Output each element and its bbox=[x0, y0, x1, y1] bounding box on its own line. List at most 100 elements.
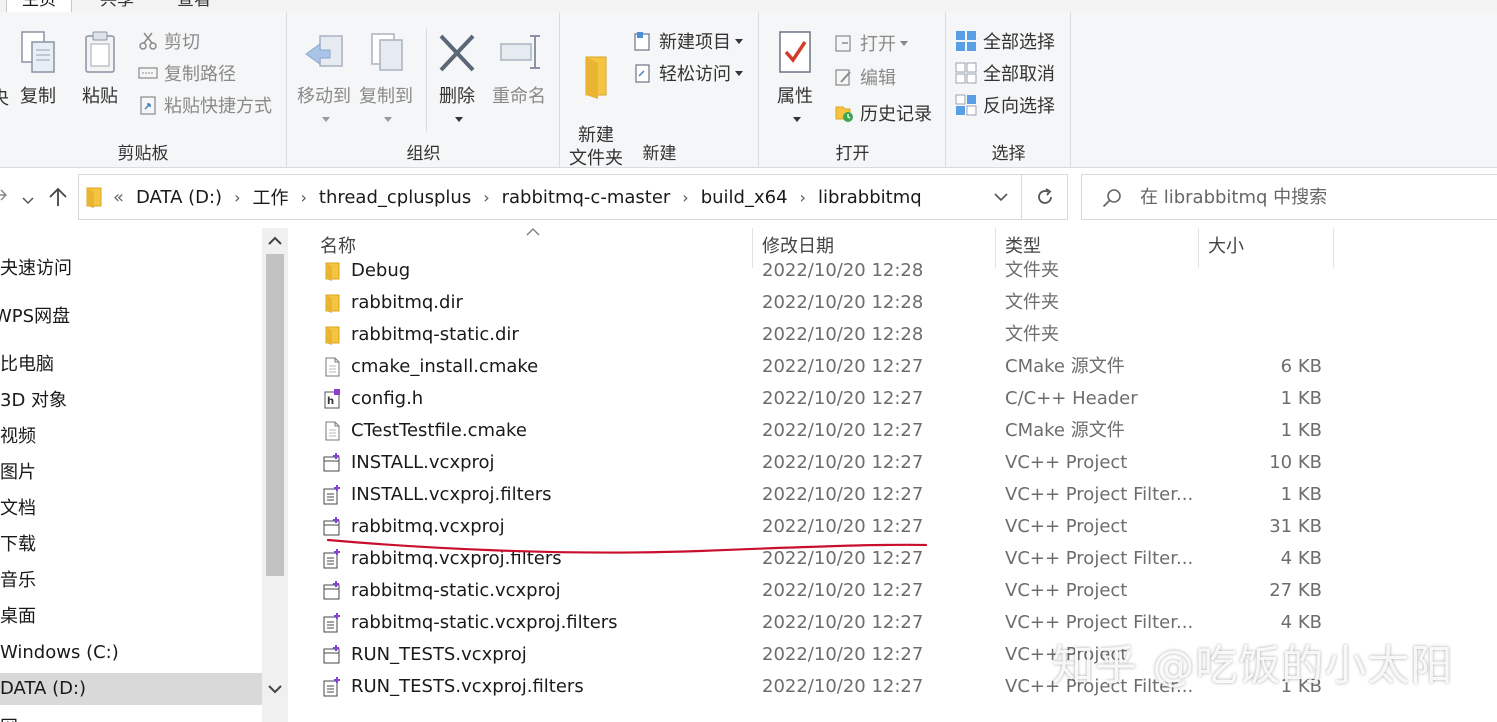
file-row[interactable]: h config.h 2022/10/20 12:27 C/C++ Header 1 K… bbox=[290, 383, 1497, 415]
nav-item-videos[interactable]: 视频 bbox=[0, 421, 36, 453]
up-button[interactable] bbox=[48, 186, 68, 213]
nav-item-music[interactable]: 音乐 bbox=[0, 565, 36, 597]
delete-button[interactable]: 删除 bbox=[436, 30, 478, 129]
file-row[interactable]: CTestTestfile.cmake 2022/10/20 12:27 CMake… bbox=[290, 415, 1497, 447]
breadcrumb-folder-build[interactable]: build_x64 bbox=[701, 187, 788, 208]
invert-selection-button[interactable]: 反向选择 bbox=[955, 92, 1055, 118]
file-name: INSTALL.vcxproj bbox=[351, 452, 495, 473]
file-name: INSTALL.vcxproj.filters bbox=[351, 484, 552, 505]
nav-item-wps-cloud[interactable]: WPS网盘 bbox=[0, 301, 70, 333]
nav-pane-scrollbar[interactable] bbox=[262, 228, 288, 722]
file-row[interactable]: rabbitmq.dir 2022/10/20 12:28 文件夹 bbox=[290, 287, 1497, 319]
copy-button[interactable]: 复制 bbox=[16, 30, 60, 108]
tab-share[interactable]: 共享 bbox=[100, 0, 134, 12]
sort-ascending-icon bbox=[526, 228, 540, 239]
address-history-dropdown[interactable] bbox=[983, 175, 1019, 219]
breadcrumb-folder-work[interactable]: 工作 bbox=[252, 184, 288, 210]
forward-button[interactable] bbox=[0, 184, 8, 211]
file-size: 10 KB bbox=[1269, 452, 1322, 473]
file-row[interactable]: rabbitmq.vcxproj 2022/10/20 12:27 VC++ Pro… bbox=[290, 511, 1497, 543]
file-type: 文件夹 bbox=[1005, 260, 1059, 281]
breadcrumb-separator-icon[interactable]: › bbox=[800, 188, 806, 207]
search-input[interactable] bbox=[1140, 184, 1480, 210]
file-modified-date: 2022/10/20 12:27 bbox=[762, 388, 924, 409]
breadcrumb-separator-icon[interactable]: › bbox=[234, 188, 240, 207]
nav-item-downloads[interactable]: 下载 bbox=[0, 529, 36, 561]
file-name: RUN_TESTS.vcxproj bbox=[351, 644, 527, 665]
vcxproj-icon bbox=[323, 581, 340, 600]
easy-access-button[interactable]: 轻松访问 bbox=[633, 60, 743, 86]
nav-item-this-pc[interactable]: 比电脑 bbox=[0, 349, 54, 381]
file-row[interactable]: INSTALL.vcxproj 2022/10/20 12:27 VC++ Proj… bbox=[290, 447, 1497, 479]
copy-icon bbox=[21, 31, 55, 73]
group-label-select: 选择 bbox=[991, 144, 1026, 164]
file-modified-date: 2022/10/20 12:27 bbox=[762, 356, 924, 377]
nav-item-documents[interactable]: 文档 bbox=[0, 493, 36, 525]
select-all-icon bbox=[956, 31, 976, 51]
file-row[interactable]: Debug 2022/10/20 12:28 文件夹 bbox=[290, 255, 1497, 287]
new-item-label: 新建项目 bbox=[659, 32, 731, 53]
rename-button[interactable]: 重命名 bbox=[488, 30, 550, 108]
breadcrumb-drive[interactable]: DATA (D:) bbox=[136, 187, 222, 208]
breadcrumb-folder-thread[interactable]: thread_cplusplus bbox=[319, 187, 471, 208]
copy-path-button[interactable]: 复制路径 bbox=[138, 60, 236, 86]
paste-button[interactable]: 粘贴 bbox=[78, 30, 122, 108]
recent-locations-button[interactable] bbox=[22, 190, 34, 211]
up-arrow-icon bbox=[49, 187, 67, 206]
scissors-icon bbox=[139, 32, 157, 50]
nav-item-network[interactable]: 网 bbox=[0, 712, 18, 722]
nav-item-desktop[interactable]: 桌面 bbox=[0, 601, 36, 633]
copy-to-label: 复制到 bbox=[359, 86, 413, 107]
new-item-button[interactable]: 新建项目 bbox=[633, 28, 743, 54]
open-button[interactable]: 打开 bbox=[834, 30, 908, 56]
cut-partial-button[interactable]: 央 bbox=[0, 32, 10, 110]
breadcrumb-overflow[interactable]: « bbox=[113, 187, 124, 208]
file-modified-date: 2022/10/20 12:27 bbox=[762, 676, 924, 697]
nav-item-3d-objects[interactable]: 3D 对象 bbox=[0, 385, 67, 417]
svg-text:h: h bbox=[327, 396, 334, 407]
breadcrumb-separator-icon[interactable]: › bbox=[682, 188, 688, 207]
move-to-button[interactable]: 移动到 bbox=[292, 30, 356, 129]
breadcrumb-separator-icon[interactable]: › bbox=[300, 188, 306, 207]
cut-button[interactable]: 剪切 bbox=[138, 28, 200, 54]
file-row[interactable]: rabbitmq-static.dir 2022/10/20 12:28 文件夹 bbox=[290, 319, 1497, 351]
select-none-button[interactable]: 全部取消 bbox=[955, 60, 1055, 86]
tab-view[interactable]: 查看 bbox=[177, 0, 211, 12]
file-size: 1 KB bbox=[1280, 484, 1322, 505]
search-box[interactable] bbox=[1081, 174, 1497, 220]
breadcrumb-folder-current[interactable]: librabbitmq bbox=[818, 187, 922, 208]
refresh-button[interactable] bbox=[1021, 175, 1067, 219]
copy-to-dropdown-icon bbox=[384, 116, 392, 122]
breadcrumb-separator-icon[interactable]: › bbox=[483, 188, 489, 207]
file-row[interactable]: rabbitmq.vcxproj.filters 2022/10/20 12:27… bbox=[290, 543, 1497, 575]
nav-item-drive-c[interactable]: Windows (C:) bbox=[0, 637, 119, 669]
select-all-button[interactable]: 全部选择 bbox=[955, 28, 1055, 54]
copy-to-button[interactable]: 复制到 bbox=[354, 30, 418, 129]
forward-arrow-icon bbox=[0, 189, 8, 201]
folder-icon bbox=[325, 326, 340, 345]
file-row[interactable]: cmake_install.cmake 2022/10/20 12:27 CMake… bbox=[290, 351, 1497, 383]
file-row[interactable]: rabbitmq-static.vcxproj 2022/10/20 12:27 V… bbox=[290, 575, 1497, 607]
ribbon-tab-row: 主页 共享 查看 bbox=[0, 0, 1497, 12]
scrollbar-thumb[interactable] bbox=[266, 254, 284, 576]
breadcrumb-folder-rabbitmq[interactable]: rabbitmq-c-master bbox=[502, 187, 671, 208]
paste-shortcut-button[interactable]: 粘贴快捷方式 bbox=[138, 92, 272, 118]
cut-partial-label: 央 bbox=[0, 88, 9, 109]
file-row[interactable]: INSTALL.vcxproj.filters 2022/10/20 12:27 V… bbox=[290, 479, 1497, 511]
breadcrumb: « DATA (D:) › 工作 › thread_cplusplus › ra… bbox=[113, 175, 922, 219]
nav-item-pictures[interactable]: 图片 bbox=[0, 457, 36, 489]
scroll-up-icon[interactable] bbox=[262, 230, 288, 254]
tab-home[interactable]: 主页 bbox=[6, 0, 72, 12]
open-icon bbox=[835, 35, 851, 52]
move-to-icon bbox=[305, 35, 343, 67]
nav-item-drive-d[interactable]: DATA (D:) bbox=[0, 673, 262, 705]
group-open: 属性 打开 编辑 历史记录 打开 bbox=[760, 12, 946, 168]
properties-button[interactable]: 属性 bbox=[772, 30, 818, 129]
nav-item-quick-access[interactable]: 夬速访问 bbox=[0, 253, 72, 285]
file-modified-date: 2022/10/20 12:27 bbox=[762, 452, 924, 473]
address-bar[interactable]: « DATA (D:) › 工作 › thread_cplusplus › ra… bbox=[78, 174, 1068, 220]
edit-button[interactable]: 编辑 bbox=[834, 64, 896, 90]
file-modified-date: 2022/10/20 12:27 bbox=[762, 580, 924, 601]
history-button[interactable]: 历史记录 bbox=[834, 100, 932, 126]
scroll-down-icon[interactable] bbox=[262, 678, 288, 702]
